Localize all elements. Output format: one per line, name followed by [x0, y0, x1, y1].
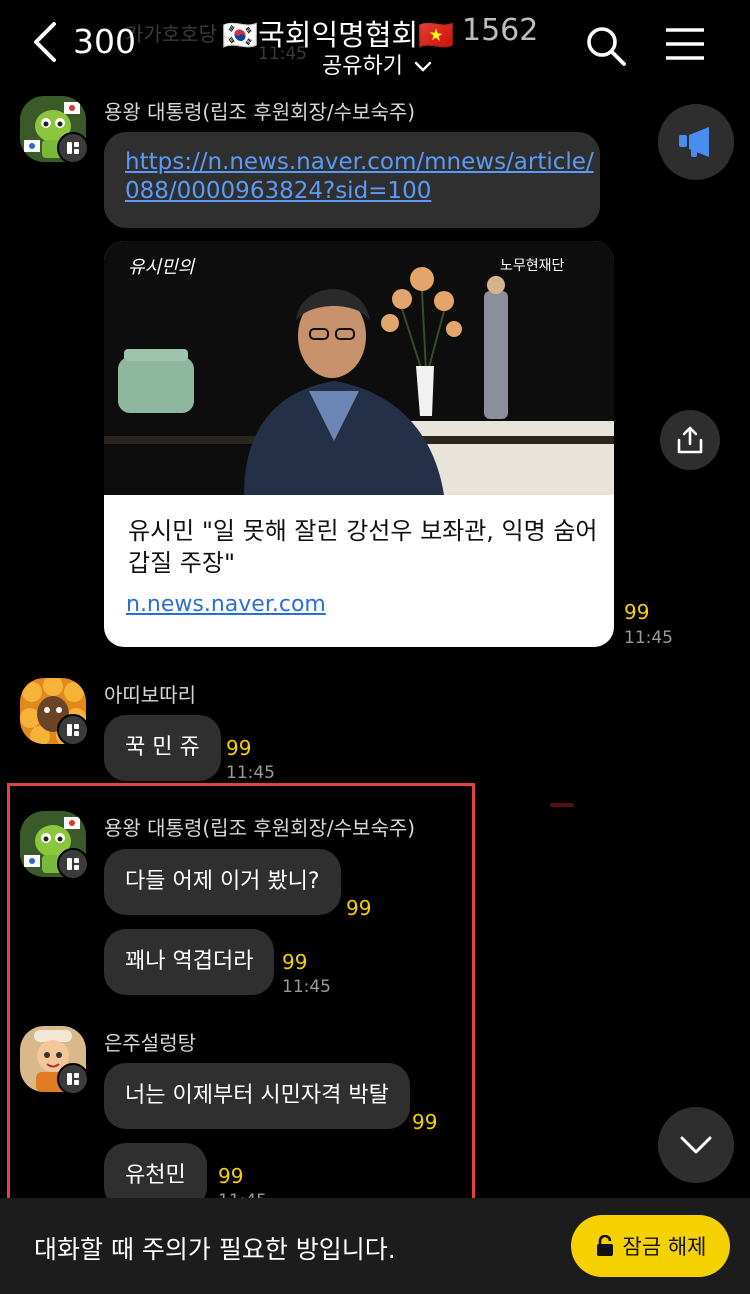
unread-room-count[interactable]: 300 [73, 22, 136, 61]
sender-name: 용왕 대통령(립조 후원회장/수보숙주) [104, 100, 416, 124]
share-label: 공유하기 [322, 54, 403, 79]
scroll-down-button[interactable] [658, 1107, 734, 1183]
scroll-marker [550, 803, 574, 807]
menu-icon[interactable] [664, 26, 706, 62]
foundation-logo: 노무현재단 [500, 258, 565, 274]
caution-notice: 대화할 때 주의가 필요한 방입니다. [34, 1235, 396, 1264]
scroll-down-icon [680, 1136, 712, 1154]
chevron-down-icon [414, 61, 432, 72]
message-bubble[interactable]: 꾹 민 쥬 [104, 715, 221, 781]
share-dropdown[interactable]: 공유하기 [322, 48, 432, 80]
share-icon [677, 426, 703, 454]
member-count: 1562 [462, 13, 539, 48]
share-button[interactable] [660, 410, 720, 470]
notice-button[interactable] [658, 104, 734, 180]
article-title: 유시민 "일 못해 잘린 강선우 보좌관, 익명 숨어 갑질 주장" [128, 517, 598, 577]
message-time: 11:45 [624, 628, 673, 648]
back-icon[interactable] [30, 20, 60, 64]
lock-icon [596, 1235, 613, 1256]
article-domain: n.news.naver.com [126, 592, 326, 617]
article-thumbnail: 유시민의 노무현재단 [104, 241, 614, 495]
show-logo: 유시민의 [128, 257, 195, 278]
unread-count: 99 [624, 600, 650, 624]
search-icon[interactable] [584, 24, 628, 68]
chat-header: 가가호호당 11:45 300 🇰🇷국회익명협회🇻🇳 1562 공유하기 [0, 0, 750, 90]
megaphone-icon [679, 127, 709, 157]
profile-badge-icon [57, 132, 89, 164]
profile-badge-icon [57, 714, 89, 746]
article-link[interactable]: https://n.news.naver.com/mnews/article/0… [125, 148, 595, 206]
unlock-label: 잠금 해제 [622, 1235, 707, 1259]
previous-sender-partial: 가가호호당 [125, 22, 217, 46]
unlock-button[interactable]: 잠금 해제 [571, 1215, 730, 1277]
sender-name: 아띠보따리 [104, 683, 196, 707]
highlight-annotation [7, 783, 475, 1216]
link-preview-card[interactable]: 유시민의 노무현재단 유시민 "일 못해 잘린 강선우 보좌관, 익명 숨어 갑… [104, 241, 614, 647]
message-time: 11:45 [226, 763, 275, 783]
unread-count: 99 [226, 736, 252, 760]
